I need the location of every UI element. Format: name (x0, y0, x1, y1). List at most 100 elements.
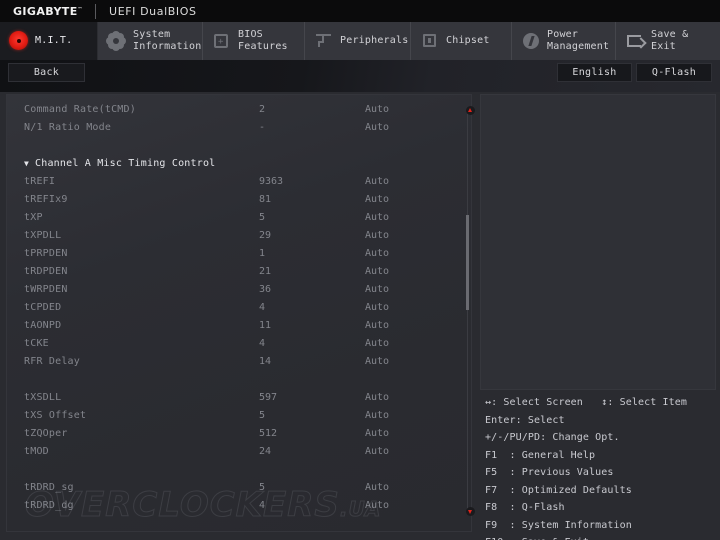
setting-row[interactable]: tZQOper 512 Auto (7, 425, 471, 443)
setting-current-value: 9363 (259, 176, 284, 187)
tab-chipset[interactable]: Chipset (411, 22, 512, 60)
gigabyte-logo: GIGABYTE™ (13, 4, 84, 18)
chip-icon (212, 31, 232, 51)
setting-row[interactable]: tXSDLL 597 Auto (7, 389, 471, 407)
setting-current-value: 4 (259, 302, 266, 313)
setting-option-value[interactable]: Auto (365, 101, 389, 119)
setting-current-value: 5 (259, 212, 266, 223)
tab-peripherals[interactable]: Peripherals (305, 22, 411, 60)
scrollbar-track[interactable] (467, 109, 468, 513)
tab-label: BIOS Features (238, 29, 288, 52)
setting-current-value: 21 (259, 266, 272, 277)
main-tab-bar: M.I.T. System Information BIOS Features … (0, 22, 720, 61)
setting-label: tRDPDEN (24, 266, 68, 277)
setting-current-value: 81 (259, 194, 272, 205)
setting-option-value[interactable]: Auto (365, 299, 389, 317)
setting-current-value: 512 (259, 428, 278, 439)
scrollbar-thumb[interactable] (466, 215, 469, 310)
setting-option-value[interactable]: Auto (365, 227, 389, 245)
setting-option-value[interactable]: Auto (365, 263, 389, 281)
setting-row[interactable]: RFR Delay 14 Auto (7, 353, 471, 371)
setting-row[interactable]: tCKE 4 Auto (7, 335, 471, 353)
setting-row[interactable]: tXS Offset 5 Auto (7, 407, 471, 425)
setting-label: tXS Offset (24, 410, 87, 421)
setting-current-value: - (259, 122, 266, 133)
setting-row[interactable]: tCPDED 4 Auto (7, 299, 471, 317)
setting-label: tXP (24, 212, 43, 223)
setting-row[interactable]: tXP 5 Auto (7, 209, 471, 227)
tab-label: Chipset (446, 35, 490, 46)
setting-row[interactable]: N/1 Ratio Mode - Auto (7, 119, 471, 137)
setting-option-value[interactable]: Auto (365, 281, 389, 299)
setting-current-value: 2 (259, 104, 266, 115)
setting-row[interactable]: tAONPD 11 Auto (7, 317, 471, 335)
setting-row[interactable]: tREFIx9 81 Auto (7, 191, 471, 209)
setting-option-value[interactable]: Auto (365, 353, 389, 371)
tab-power-management[interactable]: Power Management (512, 22, 616, 60)
setting-row[interactable]: tXPDLL 29 Auto (7, 227, 471, 245)
setting-label: N/1 Ratio Mode (24, 122, 112, 133)
setting-option-value[interactable]: Auto (365, 317, 389, 335)
peripherals-icon (314, 31, 334, 51)
setting-option-value[interactable]: Auto (365, 425, 389, 443)
setting-option-value[interactable]: Auto (365, 479, 389, 497)
tab-mit[interactable]: M.I.T. (0, 22, 98, 60)
setting-row[interactable]: tREFI 9363 Auto (7, 173, 471, 191)
setting-option-value[interactable]: Auto (365, 119, 389, 137)
setting-row[interactable]: tMOD 24 Auto (7, 443, 471, 461)
language-button[interactable]: English (557, 63, 632, 82)
setting-option-value[interactable]: Auto (365, 173, 389, 191)
setting-label: tCKE (24, 338, 49, 349)
qflash-button[interactable]: Q-Flash (636, 63, 712, 82)
help-legend-line: F5 : Previous Values (485, 467, 614, 478)
setting-option-value[interactable]: Auto (365, 497, 389, 515)
setting-label: tCPDED (24, 302, 62, 313)
row-spacer (7, 371, 471, 389)
setting-current-value: 36 (259, 284, 272, 295)
setting-current-value: 1 (259, 248, 266, 259)
tab-system-information[interactable]: System Information (98, 22, 203, 60)
setting-option-value[interactable]: Auto (365, 335, 389, 353)
settings-group-header[interactable]: ▼ Channel A Misc Timing Control (7, 155, 471, 173)
brand-bar: GIGABYTE™ UEFI DualBIOS (0, 0, 720, 22)
setting-row[interactable]: tRDPDEN 21 Auto (7, 263, 471, 281)
setting-current-value: 597 (259, 392, 278, 403)
setting-row[interactable]: tPRPDEN 1 Auto (7, 245, 471, 263)
scroll-up-indicator-icon[interactable] (466, 106, 475, 115)
setting-option-value[interactable]: Auto (365, 209, 389, 227)
back-button[interactable]: Back (8, 63, 85, 82)
tab-bios-features[interactable]: BIOS Features (203, 22, 305, 60)
setting-current-value: 24 (259, 446, 272, 457)
setting-label: tMOD (24, 446, 49, 457)
setting-current-value: 4 (259, 500, 266, 511)
tab-label: Peripherals (340, 35, 409, 46)
setting-label: tREFIx9 (24, 194, 68, 205)
setting-option-value[interactable]: Auto (365, 245, 389, 263)
target-icon (9, 31, 29, 51)
setting-current-value: 5 (259, 482, 266, 493)
tab-label: Save & Exit (651, 29, 689, 52)
setting-row[interactable]: tRDRD_dg 4 Auto (7, 497, 471, 515)
help-legend-line: F8 : Q-Flash (485, 502, 565, 513)
setting-label: tWRPDEN (24, 284, 68, 295)
setting-option-value[interactable]: Auto (365, 443, 389, 461)
chipset-icon (420, 31, 440, 51)
tab-label: System Information (133, 29, 202, 52)
setting-option-value[interactable]: Auto (365, 407, 389, 425)
setting-row[interactable]: tWRPDEN 36 Auto (7, 281, 471, 299)
help-legend-line: F9 : System Information (485, 519, 632, 531)
setting-option-value[interactable]: Auto (365, 191, 389, 209)
brand-divider (95, 3, 97, 19)
help-legend-line: F7 : Optimized Defaults (485, 484, 632, 496)
setting-row[interactable]: tRDRD_sg 5 Auto (7, 479, 471, 497)
setting-option-value[interactable]: Auto (365, 389, 389, 407)
help-legend-line: F10 : Save & Exit (480, 534, 716, 540)
scroll-down-indicator-icon[interactable] (466, 507, 475, 516)
setting-label: tPRPDEN (24, 248, 68, 259)
setting-row[interactable]: Command Rate(tCMD) 2 Auto (7, 101, 471, 119)
help-legend-line: F1 : General Help (485, 449, 596, 461)
setting-label: tAONPD (24, 320, 62, 331)
setting-label: tZQOper (24, 428, 68, 439)
trademark-mark: ™ (77, 5, 84, 12)
tab-save-and-exit[interactable]: Save & Exit (616, 22, 720, 60)
